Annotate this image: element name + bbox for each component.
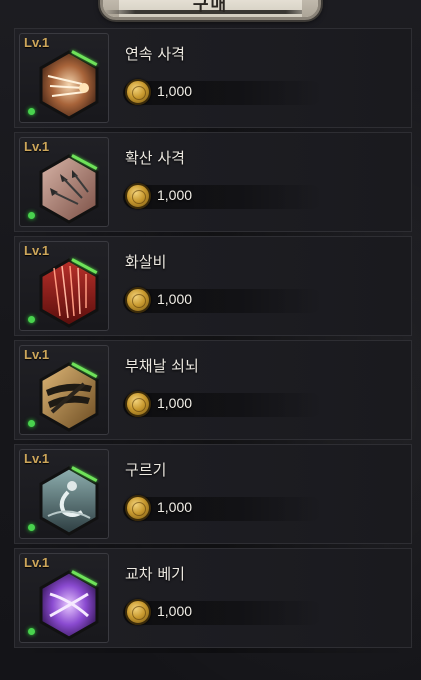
status-dot [28,212,35,219]
price-bar [123,289,323,313]
skill-price: 1,000 [157,395,193,411]
skill-price: 1,000 [157,499,193,515]
price-bar [123,81,323,105]
skill-price: 1,000 [157,187,193,203]
gold-coin-icon [125,599,151,625]
skill-row-roll[interactable]: Lv.1 구르기 1,000 [14,444,412,549]
skill-level: Lv.1 [24,139,50,154]
skill-name: 연속 사격 [125,45,185,63]
skill-level: Lv.1 [24,555,50,570]
skill-row-spread-shot[interactable]: Lv.1 확산 사격 1,000 [14,132,412,237]
price-bar [123,185,323,209]
skill-price: 1,000 [157,291,193,307]
skill-level: Lv.1 [24,347,50,362]
skill-purchase-panel: 구매 Lv.1 연속 사격 1,000 Lv.1 확산 사격 1,000 Lv.… [0,0,421,680]
status-dot [28,316,35,323]
gold-coin-icon [125,287,151,313]
skill-level: Lv.1 [24,35,50,50]
price-bar [123,393,323,417]
status-dot [28,420,35,427]
skill-icon-frame: Lv.1 [19,137,109,227]
skill-price: 1,000 [157,83,193,99]
skill-icon-frame: Lv.1 [19,241,109,331]
skill-name: 화살비 [125,253,167,271]
header-title: 구매 [192,0,229,15]
skill-row-fan-blade-crossbow[interactable]: Lv.1 부채날 쇠뇌 1,000 [14,340,412,445]
skill-level: Lv.1 [24,243,50,258]
price-bar [123,497,323,521]
price-bar [123,601,323,625]
status-dot [28,108,35,115]
skill-row-cross-slash[interactable]: Lv.1 교차 베기 1,000 [14,548,412,653]
status-dot [28,628,35,635]
skill-name: 확산 사격 [125,149,185,167]
skill-name: 교차 베기 [125,565,185,583]
skill-name: 구르기 [125,461,167,479]
skill-row-arrow-rain[interactable]: Lv.1 화살비 1,000 [14,236,412,341]
skill-level: Lv.1 [24,451,50,466]
gold-coin-icon [125,391,151,417]
gold-coin-icon [125,495,151,521]
gold-coin-icon [125,79,151,105]
skill-icon-frame: Lv.1 [19,553,109,643]
skill-icon-frame: Lv.1 [19,449,109,539]
purchase-header-tab[interactable]: 구매 [100,0,321,20]
skill-price: 1,000 [157,603,193,619]
skill-row-rapid-fire[interactable]: Lv.1 연속 사격 1,000 [14,28,412,133]
skill-name: 부채날 쇠뇌 [125,357,199,375]
status-dot [28,524,35,531]
skill-icon-frame: Lv.1 [19,345,109,435]
skill-icon-frame: Lv.1 [19,33,109,123]
gold-coin-icon [125,183,151,209]
